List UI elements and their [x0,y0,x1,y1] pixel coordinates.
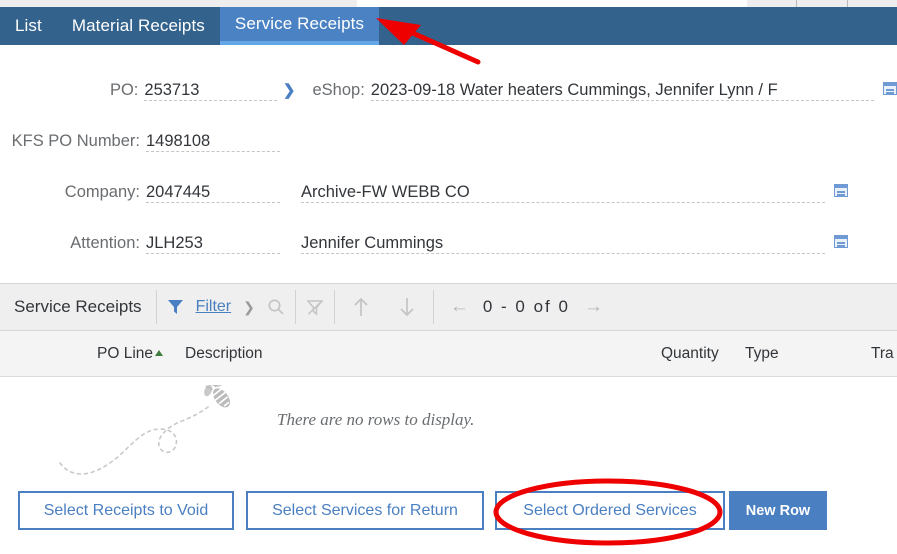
column-header-type[interactable]: Type [745,345,779,363]
arrow-right-icon[interactable]: → [584,296,603,318]
po-label: PO: [109,81,139,99]
tab-bar: List Material Receipts Service Receipts [0,7,897,45]
company-row: Company: 2047445 Archive-FW WEBB CO [0,179,897,207]
toolbar-clear-filter-group [296,284,334,330]
funnel-icon[interactable] [167,299,184,315]
company-value-help-icon[interactable] [834,184,848,197]
eshop-label: eShop: [312,81,365,99]
filter-link[interactable]: Filter [196,298,232,316]
attention-name[interactable]: Jennifer Cummings [301,234,443,253]
tab-material-receipts[interactable]: Material Receipts [57,7,220,45]
column-header-description[interactable]: Description [185,345,263,363]
tab-bar-filler [379,7,897,45]
toolbar-filter-group: Filter ❯ [157,284,295,330]
table-header-row: PO Line Description Quantity Type Tra [0,331,897,377]
column-header-po-line-label: PO Line [97,345,154,362]
select-ordered-services-button[interactable]: Select Ordered Services [495,491,725,530]
table-body [0,377,897,485]
select-receipts-to-void-button[interactable]: Select Receipts to Void [18,491,234,530]
tab-list[interactable]: List [0,7,57,45]
company-label: Company: [64,183,140,201]
po-value[interactable]: 253713 [144,81,199,100]
toolbar-sort-group [335,284,433,330]
footer-action-bar: Select Receipts to Void Select Services … [0,485,897,554]
chevron-right-icon[interactable]: ❯ [283,81,296,99]
table-title: Service Receipts [14,297,142,316]
arrow-up-icon[interactable] [353,297,369,317]
attention-value-help-icon[interactable] [834,235,848,248]
eshop-value-help-icon[interactable] [883,82,897,95]
sort-ascending-icon [155,350,164,356]
application-root: List Material Receipts Service Receipts … [0,0,897,554]
new-row-button[interactable]: New Row [729,491,827,530]
browser-chrome-strip [0,0,897,7]
chrome-gray-segment-1 [747,0,797,7]
clear-filter-icon[interactable] [306,299,324,316]
chrome-gray-segment-3 [847,0,897,7]
bee-icon [59,385,230,475]
chrome-gray-segment-2 [797,0,847,7]
column-header-po-line[interactable]: PO Line [97,345,164,363]
empty-table-message: There are no rows to display. [277,410,475,429]
arrow-left-icon[interactable]: ← [450,296,469,318]
po-row: PO: 253713 ❯ eShop: 2023-09-18 Water hea… [0,77,897,105]
tab-service-receipts[interactable]: Service Receipts [219,7,380,45]
eshop-value[interactable]: 2023-09-18 Water heaters Cummings, Jenni… [371,81,778,100]
chrome-white-segment [357,0,747,7]
purchase-order-header-form: PO: 253713 ❯ eShop: 2023-09-18 Water hea… [0,45,897,283]
search-icon[interactable] [267,298,285,316]
attention-label: Attention: [70,234,140,252]
attention-row: Attention: JLH253 Jennifer Cummings [0,230,897,258]
pager-range-text: 0 - 0 of 0 [482,297,570,316]
column-header-transaction[interactable]: Tra [871,345,894,363]
table-toolbar: Service Receipts Filter ❯ ← 0 - 0 of 0 → [0,283,897,331]
select-services-for-return-button[interactable]: Select Services for Return [246,491,484,530]
table-pager: ← 0 - 0 of 0 → [434,284,619,330]
kfs-po-number-label: KFS PO Number: [11,132,140,150]
company-value[interactable]: 2047445 [146,183,210,202]
filter-chevron-right-icon[interactable]: ❯ [243,299,255,316]
company-name[interactable]: Archive-FW WEBB CO [301,183,470,202]
kfs-po-number-row: KFS PO Number: 1498108 [0,128,897,156]
arrow-down-icon[interactable] [399,297,415,317]
column-header-quantity[interactable]: Quantity [661,345,719,363]
attention-value[interactable]: JLH253 [146,234,203,253]
kfs-po-number-value[interactable]: 1498108 [146,132,210,151]
